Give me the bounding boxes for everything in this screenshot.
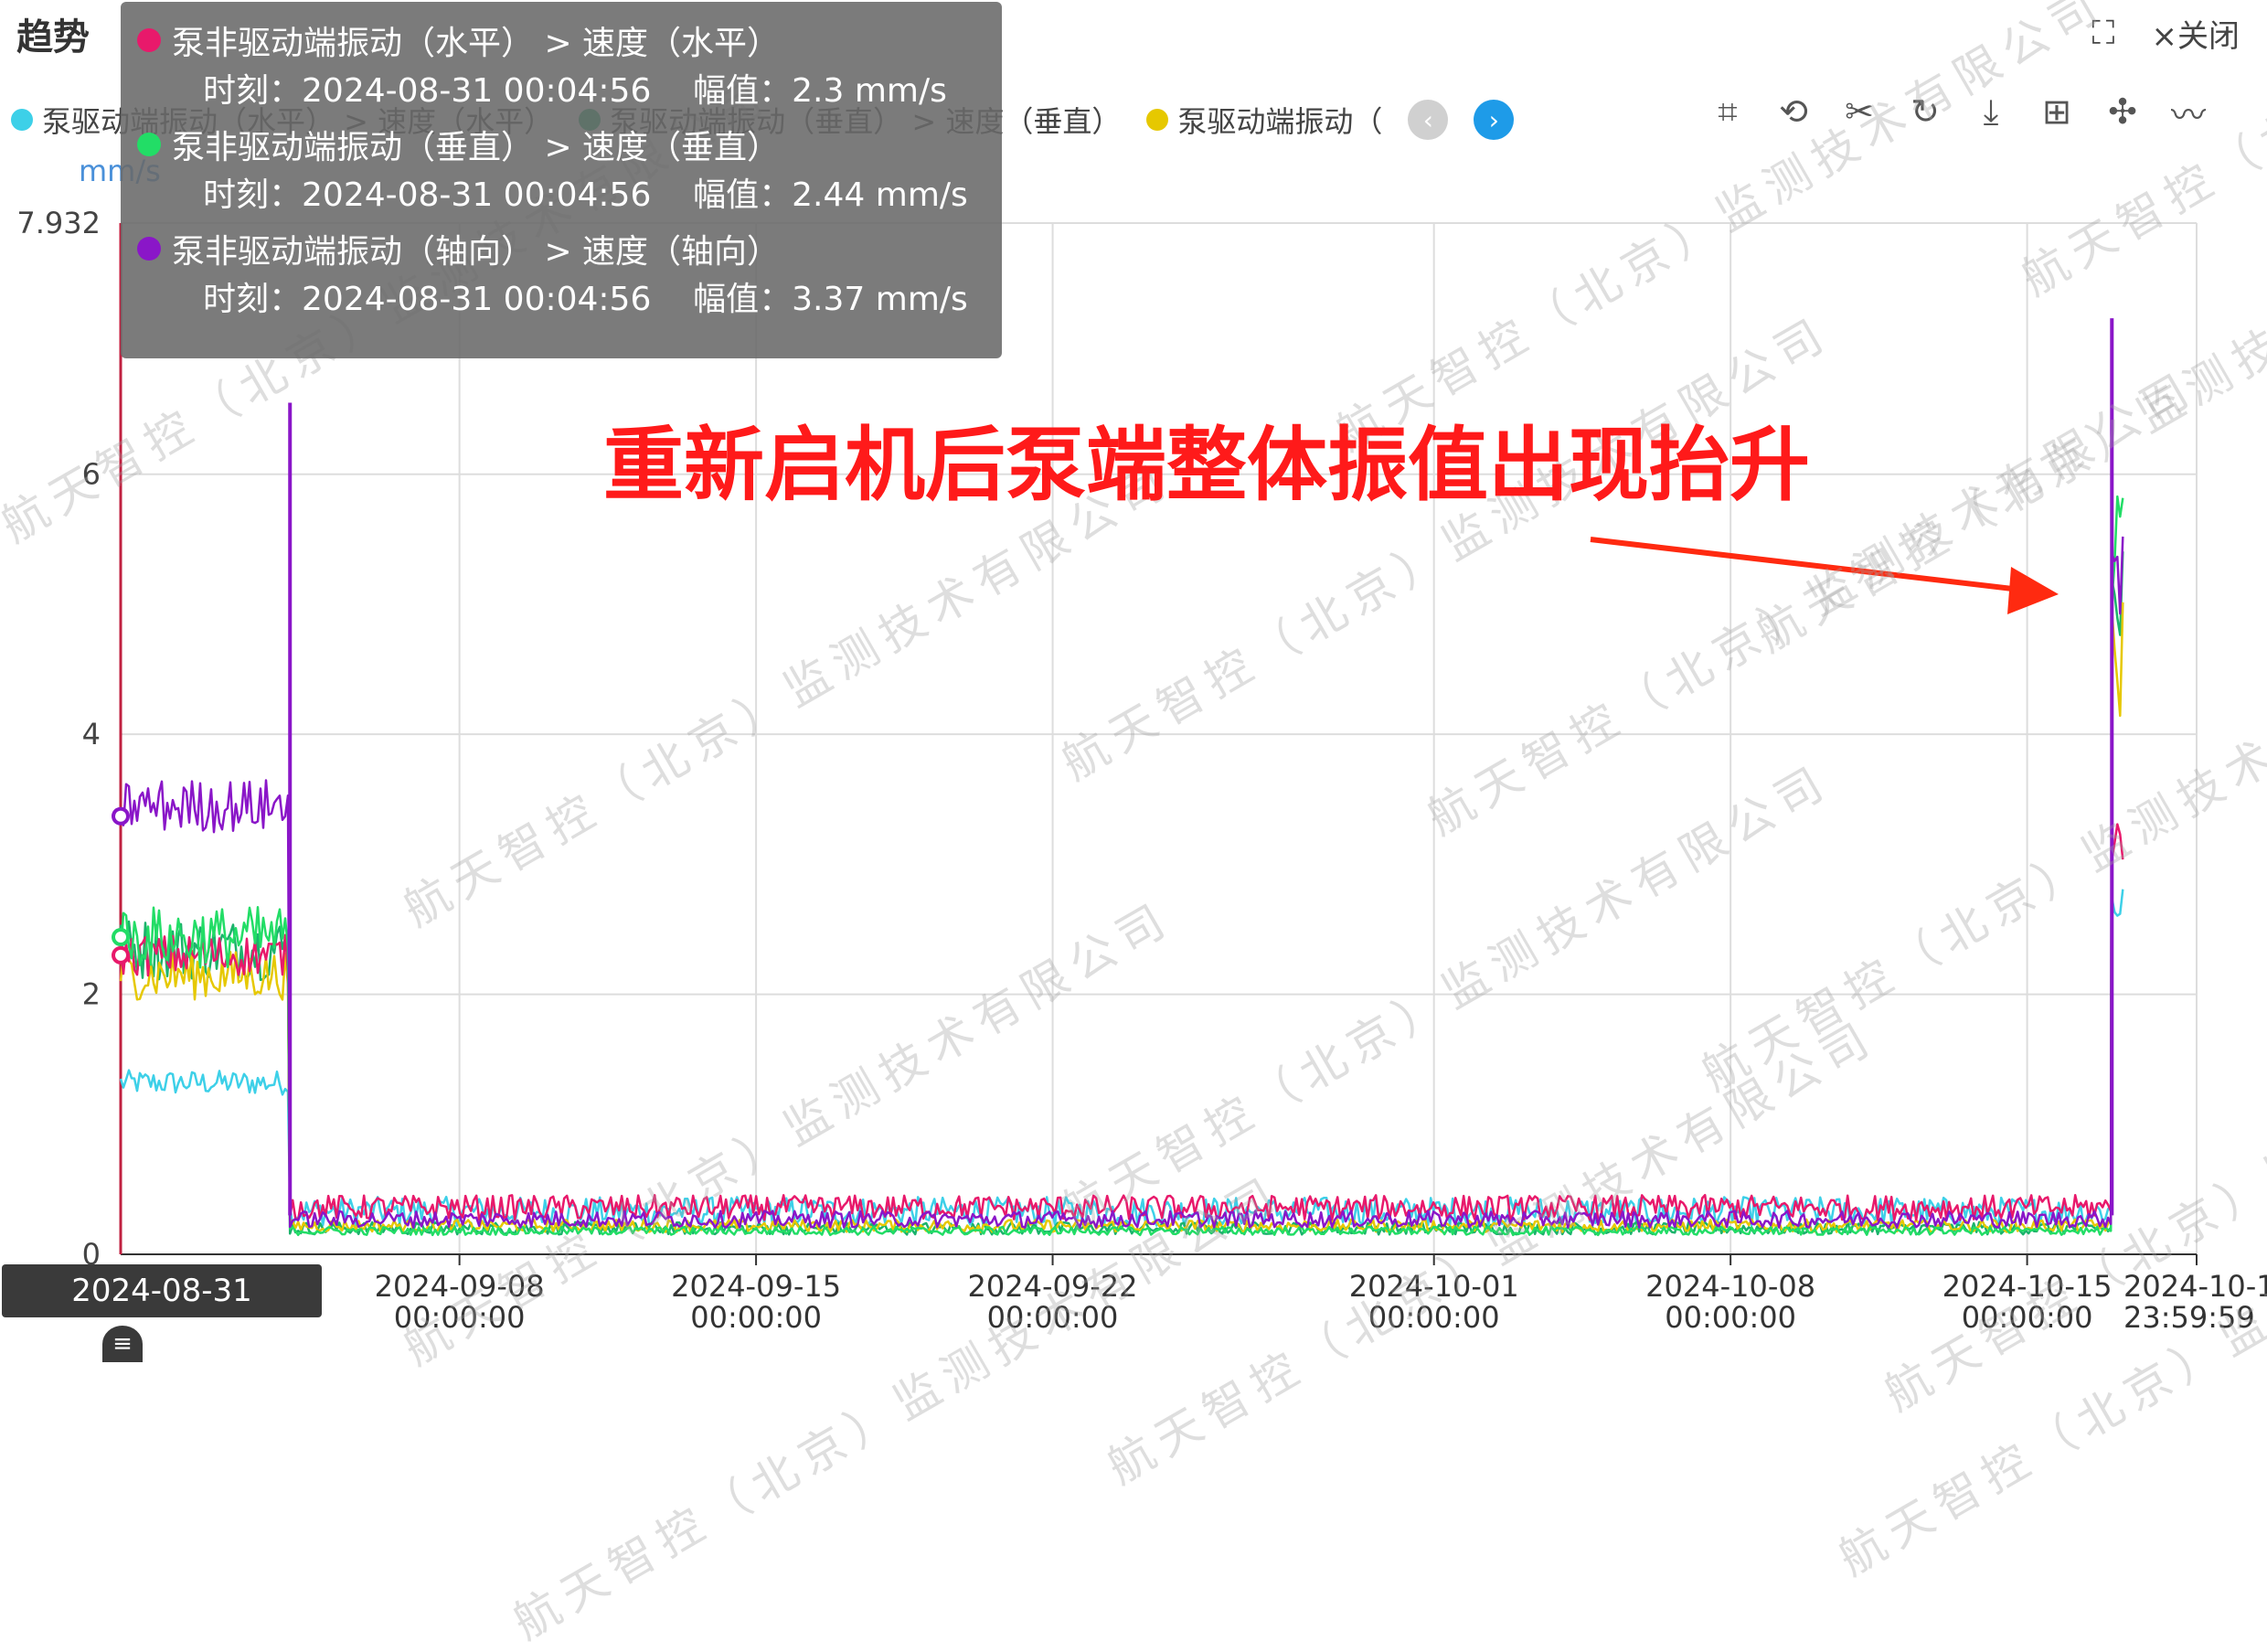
download-icon[interactable]: ⤓ bbox=[1967, 88, 2015, 135]
tooltip-series-name: 泵非驱动端振动（轴向） > 速度（轴向） bbox=[172, 233, 781, 271]
cursor-point bbox=[112, 945, 130, 965]
tooltip-time-label: 时刻： bbox=[203, 72, 303, 110]
series-line bbox=[119, 602, 2124, 1233]
tooltip-detail: 时刻：2024-08-31 00:04:56 幅值：2.3 mm/s bbox=[137, 66, 985, 117]
crop-icon[interactable]: ⌗ bbox=[1704, 88, 1751, 135]
x-tick-label-date: 2024-10-01 bbox=[1349, 1269, 1519, 1304]
refresh-icon[interactable]: ↻ bbox=[1901, 88, 1949, 135]
window-controls: ⛶ ×关闭 bbox=[2091, 11, 2240, 56]
cursor-point bbox=[112, 806, 130, 826]
x-tick-label-date: 2024-09-08 bbox=[375, 1269, 545, 1304]
chart-toolbar: ⌗ ⟲ ✂ ↻ ⤓ ⊞ ✣ 〰 bbox=[1704, 88, 2212, 135]
scissors-icon[interactable]: ✂ bbox=[1836, 88, 1883, 135]
x-tick-label-time: 00:00:00 bbox=[1665, 1300, 1796, 1335]
x-tick-label-date: 2024-09-22 bbox=[968, 1269, 1138, 1304]
data-tooltip: 泵非驱动端振动（水平） > 速度（水平） 时刻：2024-08-31 00:04… bbox=[121, 2, 1002, 358]
panel-title: 趋势 bbox=[16, 16, 90, 59]
legend-dot-3 bbox=[1146, 109, 1169, 131]
chart-annotation: 重新启机后泵端整体振值出现抬升 bbox=[603, 418, 1811, 512]
y-tick-label: 4 bbox=[82, 717, 101, 751]
trend-icon[interactable]: 〰 bbox=[2165, 88, 2212, 135]
tooltip-dot-1 bbox=[137, 28, 161, 52]
tooltip-detail: 时刻：2024-08-31 00:04:56 幅值：2.44 mm/s bbox=[137, 170, 985, 221]
tooltip-amp: 3.37 mm/s bbox=[792, 281, 968, 318]
rotate-crop-icon[interactable]: ⟲ bbox=[1770, 88, 1817, 135]
chevron-right-icon[interactable]: › bbox=[1474, 100, 1515, 140]
series-line bbox=[119, 495, 2124, 1237]
annotation-arrow bbox=[1590, 537, 2059, 614]
cursor-time-label: 2024-08-31 00:04:56 bbox=[2, 1264, 322, 1362]
series-line bbox=[119, 823, 2124, 1221]
tooltip-entry: 泵非驱动端振动（轴向） > 速度（轴向） 时刻：2024-08-31 00:04… bbox=[137, 223, 985, 325]
x-tick-label-time: 23:59:59 bbox=[2123, 1300, 2255, 1335]
tooltip-time: 2024-08-31 00:04:56 bbox=[302, 176, 652, 214]
x-tick-label-time: 00:00:00 bbox=[690, 1300, 822, 1335]
scatter-icon[interactable]: ✣ bbox=[2099, 88, 2146, 135]
x-tick-label-time: 00:00:00 bbox=[394, 1300, 526, 1335]
tooltip-dot-3 bbox=[137, 237, 161, 261]
cursor-point bbox=[112, 928, 130, 947]
tooltip-dot-2 bbox=[137, 133, 161, 156]
arrow-head bbox=[2007, 567, 2059, 614]
series-line bbox=[119, 889, 2124, 1228]
fullscreen-icon[interactable]: ⛶ bbox=[2091, 15, 2114, 53]
drag-handle-icon[interactable]: ≡ bbox=[102, 1326, 143, 1362]
add-box-icon[interactable]: ⊞ bbox=[2033, 88, 2081, 135]
tooltip-entry: 泵非驱动端振动（垂直） > 速度（垂直） 时刻：2024-08-31 00:04… bbox=[137, 119, 985, 221]
close-button[interactable]: ×关闭 bbox=[2152, 11, 2240, 56]
tooltip-detail: 时刻：2024-08-31 00:04:56 幅值：3.37 mm/s bbox=[137, 274, 985, 325]
legend-label-3: 泵驱动端振动（ bbox=[1177, 104, 1383, 139]
tooltip-time: 2024-08-31 00:04:56 bbox=[302, 281, 652, 318]
tooltip-amp-label: 幅值： bbox=[693, 281, 793, 318]
tooltip-series-name: 泵非驱动端振动（垂直） > 速度（垂直） bbox=[172, 129, 781, 166]
tooltip-amp-label: 幅值： bbox=[693, 176, 793, 214]
x-tick-label-time: 00:00:00 bbox=[1962, 1300, 2093, 1335]
chevron-left-icon[interactable]: ‹ bbox=[1408, 100, 1449, 140]
x-tick-label-date: 2024-10-08 bbox=[1645, 1269, 1815, 1304]
y-tick-label: 7.932 bbox=[16, 206, 101, 240]
tooltip-entry: 泵非驱动端振动（水平） > 速度（水平） 时刻：2024-08-31 00:04… bbox=[137, 15, 985, 117]
tooltip-amp: 2.3 mm/s bbox=[792, 72, 947, 110]
legend-dot-1 bbox=[11, 109, 33, 131]
legend-item-3[interactable]: 泵驱动端振动（ bbox=[1146, 99, 1382, 141]
tooltip-series-name: 泵非驱动端振动（水平） > 速度（水平） bbox=[172, 25, 781, 62]
x-tick-label-date: 2024-10-15 bbox=[1942, 1269, 2113, 1304]
tooltip-amp-label: 幅值： bbox=[693, 72, 793, 110]
x-tick-label-date: 2024-10-18 bbox=[2123, 1269, 2267, 1304]
tooltip-time-label: 时刻： bbox=[203, 281, 303, 318]
tooltip-amp: 2.44 mm/s bbox=[792, 176, 968, 214]
x-tick-label-date: 2024-09-15 bbox=[671, 1269, 841, 1304]
x-tick-label-time: 00:00:00 bbox=[987, 1300, 1119, 1335]
tooltip-time: 2024-08-31 00:04:56 bbox=[302, 72, 652, 110]
x-tick-label-time: 00:00:00 bbox=[1368, 1300, 1500, 1335]
arrow-shaft bbox=[1590, 537, 2021, 592]
series-line bbox=[119, 551, 2124, 1236]
y-tick-label: 2 bbox=[82, 977, 101, 1012]
series-line bbox=[119, 536, 2124, 1229]
y-tick-label: 6 bbox=[82, 457, 101, 492]
tooltip-time-label: 时刻： bbox=[203, 176, 303, 214]
